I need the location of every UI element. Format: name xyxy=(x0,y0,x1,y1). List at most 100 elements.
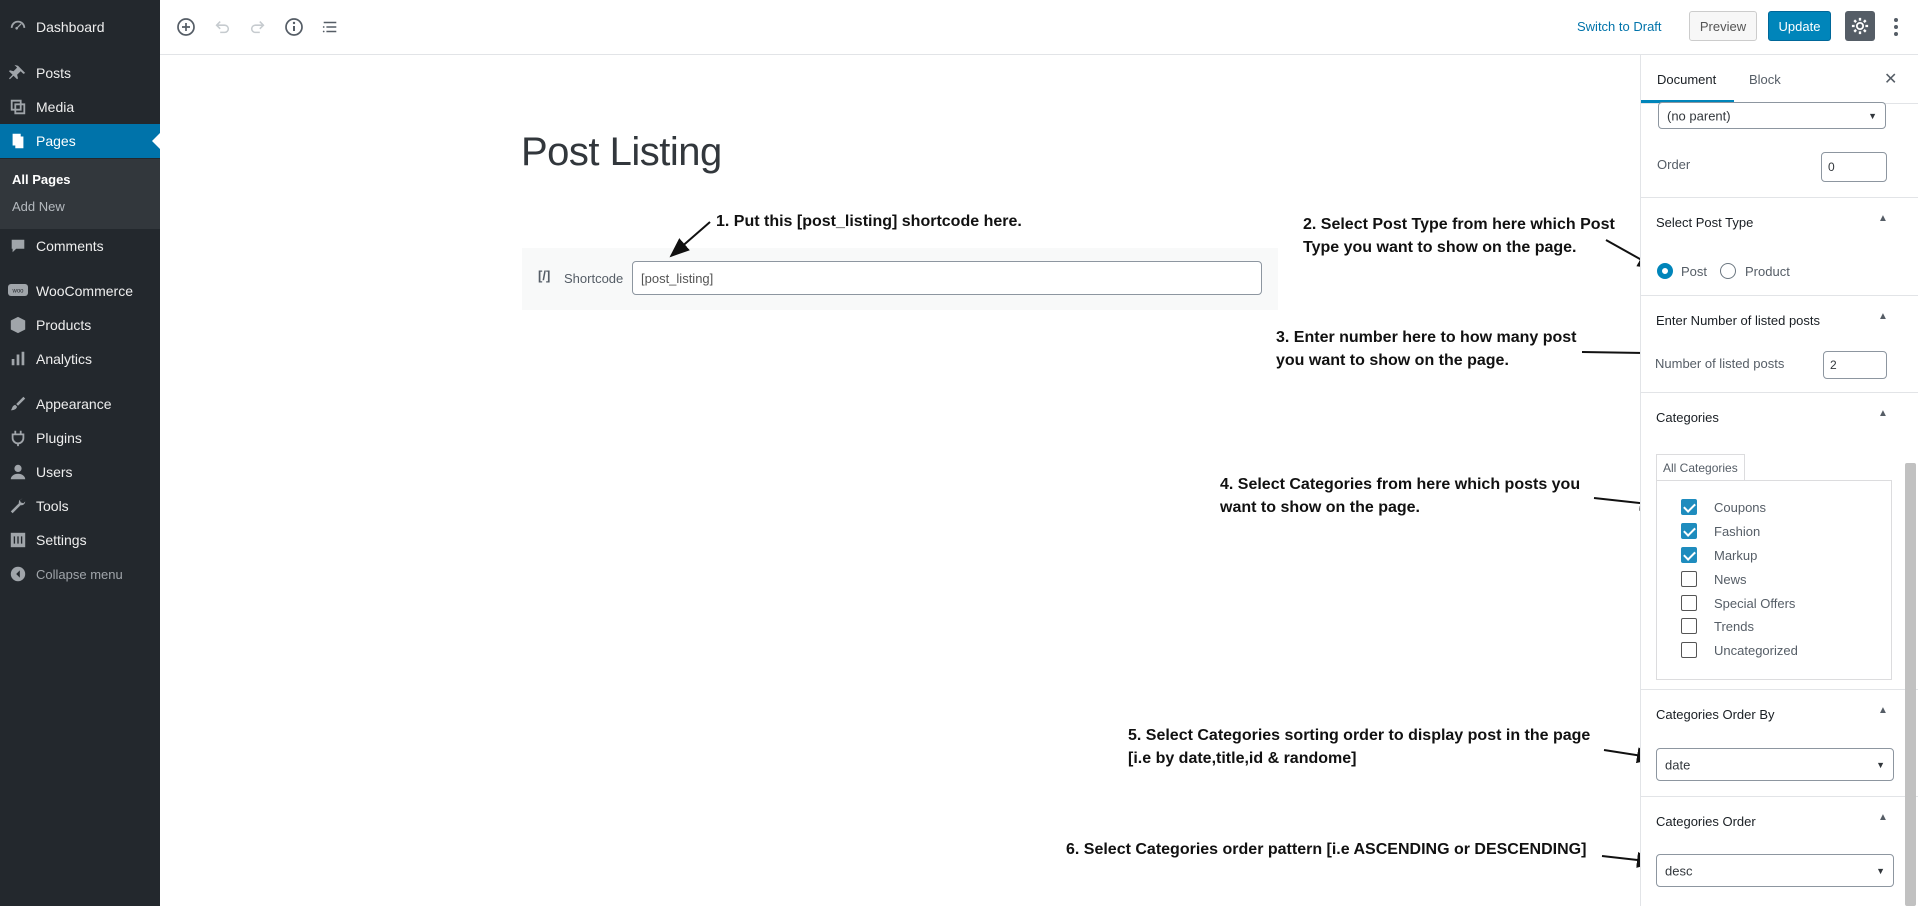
order-select[interactable]: desc ▼ xyxy=(1656,854,1894,887)
order-by-select[interactable]: date ▼ xyxy=(1656,748,1894,781)
all-categories-tab[interactable]: All Categories xyxy=(1656,454,1745,480)
checkbox-fashion[interactable] xyxy=(1681,523,1697,539)
annotation-arrows xyxy=(669,221,1820,868)
tab-document[interactable]: Document xyxy=(1657,72,1716,87)
section-order-by-header[interactable]: Categories Order By ▲ xyxy=(1641,689,1918,738)
shortcode-icon: [/] xyxy=(538,268,551,283)
add-block-icon[interactable] xyxy=(174,15,198,39)
panel-tabs: Document Block ✕ xyxy=(1641,55,1918,104)
more-menu-icon[interactable] xyxy=(1889,15,1903,39)
category-label: Uncategorized xyxy=(1714,643,1798,658)
menu-plugins-label: Plugins xyxy=(36,430,82,446)
annotation-4-line2: want to show on the page. xyxy=(1220,499,1420,516)
menu-media[interactable]: Media xyxy=(0,90,160,124)
tab-block[interactable]: Block xyxy=(1749,72,1781,87)
admin-sidebar: Dashboard Posts Media Pages All Pages Ad… xyxy=(0,0,160,906)
menu-analytics-label: Analytics xyxy=(36,351,93,367)
section-post-type-header[interactable]: Select Post Type ▲ xyxy=(1641,197,1918,246)
update-button[interactable]: Update xyxy=(1768,11,1831,41)
menu-settings[interactable]: Settings xyxy=(0,523,160,557)
menu-users-label: Users xyxy=(36,464,73,480)
pin-icon xyxy=(8,63,28,83)
menu-comments[interactable]: Comments xyxy=(0,229,160,263)
plugins-icon xyxy=(8,428,28,448)
chevron-up-icon: ▲ xyxy=(1878,213,1888,224)
num-posts-label: Number of listed posts xyxy=(1655,356,1785,371)
checkbox-uncategorized[interactable] xyxy=(1681,642,1697,658)
shortcode-input[interactable] xyxy=(632,261,1262,295)
menu-users[interactable]: Users xyxy=(0,455,160,489)
annotation-3-line1: 3. Enter number here to how many post xyxy=(1276,329,1577,346)
checkbox-coupons[interactable] xyxy=(1681,499,1697,515)
panel-scrollbar[interactable] xyxy=(1905,463,1916,906)
checkbox-news[interactable] xyxy=(1681,571,1697,587)
menu-appearance[interactable]: Appearance xyxy=(0,387,160,421)
checkbox-trends[interactable] xyxy=(1681,618,1697,634)
menu-posts-label: Posts xyxy=(36,65,72,81)
post-title[interactable]: Post Listing xyxy=(521,130,722,175)
menu-pages[interactable]: Pages xyxy=(0,124,160,158)
parent-page-select[interactable]: (no parent) ▼ xyxy=(1658,102,1886,129)
submenu-add-new[interactable]: Add New xyxy=(12,199,65,214)
order-label: Order xyxy=(1657,157,1691,172)
section-order-by-title: Categories Order By xyxy=(1656,707,1775,722)
order-select-value: desc xyxy=(1665,863,1693,878)
menu-appearance-label: Appearance xyxy=(36,396,112,412)
editor-toolbar: Switch to Draft Preview Update xyxy=(160,0,1918,55)
chevron-down-icon: ▼ xyxy=(1876,759,1885,770)
menu-pages-label: Pages xyxy=(36,133,76,149)
menu-products[interactable]: Products xyxy=(0,308,160,342)
shortcode-label: Shortcode xyxy=(564,271,624,286)
users-icon xyxy=(8,462,28,482)
parent-page-value: (no parent) xyxy=(1667,108,1731,123)
category-label: Coupons xyxy=(1714,500,1767,515)
annotation-2-line1: 2. Select Post Type from here which Post xyxy=(1303,216,1615,233)
switch-to-draft-link[interactable]: Switch to Draft xyxy=(1577,19,1662,34)
menu-woocommerce[interactable]: woo WooCommerce xyxy=(0,274,160,308)
menu-media-label: Media xyxy=(36,99,75,115)
menu-collapse-label: Collapse menu xyxy=(36,566,123,582)
redo-icon[interactable] xyxy=(246,15,270,39)
num-posts-input[interactable]: 2 xyxy=(1823,351,1887,379)
menu-analytics[interactable]: Analytics xyxy=(0,342,160,376)
menu-dashboard[interactable]: Dashboard xyxy=(0,10,160,44)
outline-icon[interactable] xyxy=(318,15,342,39)
category-label: Fashion xyxy=(1714,524,1761,539)
radio-product[interactable] xyxy=(1720,263,1736,279)
num-posts-value: 2 xyxy=(1830,358,1837,372)
category-label: Trends xyxy=(1714,619,1754,634)
menu-woocommerce-label: WooCommerce xyxy=(36,283,133,299)
close-icon[interactable]: ✕ xyxy=(1884,69,1897,89)
radio-product-label: Product xyxy=(1745,264,1790,279)
order-input[interactable]: 0 xyxy=(1821,152,1887,182)
info-icon[interactable] xyxy=(282,15,306,39)
menu-settings-label: Settings xyxy=(36,532,87,548)
menu-tools[interactable]: Tools xyxy=(0,489,160,523)
menu-plugins[interactable]: Plugins xyxy=(0,421,160,455)
section-order-title: Categories Order xyxy=(1656,814,1756,829)
menu-products-label: Products xyxy=(36,317,92,333)
tools-icon xyxy=(8,496,28,516)
shortcode-block[interactable]: [/] Shortcode xyxy=(522,248,1278,310)
menu-comments-label: Comments xyxy=(36,238,104,254)
section-num-posts-header[interactable]: Enter Number of listed posts ▲ xyxy=(1641,295,1918,344)
submenu-all-pages[interactable]: All Pages xyxy=(12,172,71,187)
settings-toggle-button[interactable] xyxy=(1845,11,1875,41)
checkbox-markup[interactable] xyxy=(1681,547,1697,563)
comment-icon xyxy=(8,236,28,256)
media-icon xyxy=(8,97,28,117)
menu-dashboard-label: Dashboard xyxy=(36,19,105,35)
undo-icon[interactable] xyxy=(210,15,234,39)
preview-button[interactable]: Preview xyxy=(1689,11,1757,41)
appearance-icon xyxy=(8,394,28,414)
menu-posts[interactable]: Posts xyxy=(0,56,160,90)
woocommerce-icon: woo xyxy=(8,281,28,301)
checkbox-special-offers[interactable] xyxy=(1681,595,1697,611)
section-order-header[interactable]: Categories Order ▲ xyxy=(1641,796,1918,845)
collapse-icon xyxy=(8,564,28,584)
annotation-2-line2: Type you want to show on the page. xyxy=(1303,239,1577,256)
radio-post-label: Post xyxy=(1681,264,1708,279)
menu-collapse[interactable]: Collapse menu xyxy=(0,557,160,591)
radio-post[interactable] xyxy=(1657,263,1673,279)
section-categories-header[interactable]: Categories ▲ xyxy=(1641,392,1918,441)
